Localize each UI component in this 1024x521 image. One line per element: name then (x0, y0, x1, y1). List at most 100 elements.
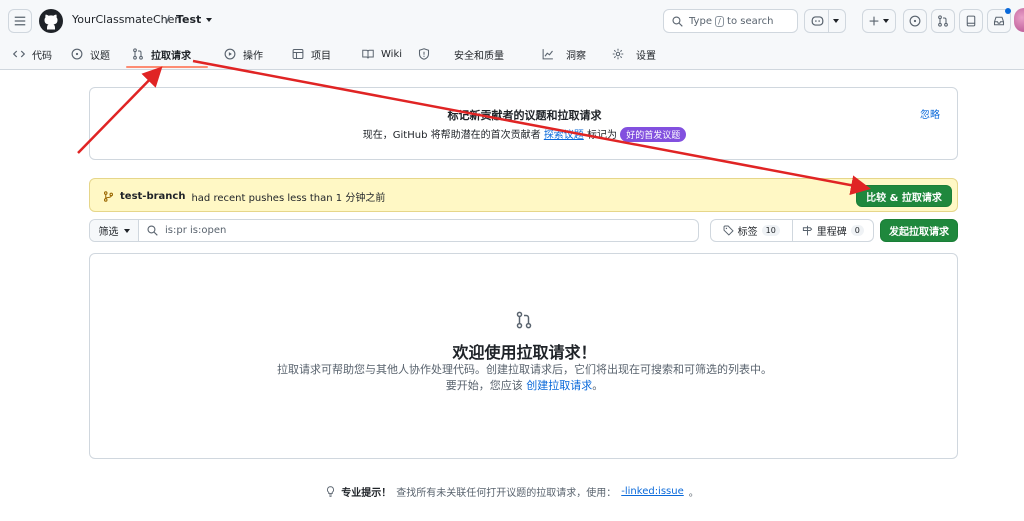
blankslate-end: 。 (592, 379, 604, 392)
search-placeholder: Type / to search (689, 15, 774, 27)
tab-pull-requests[interactable]: 拉取请求 (132, 40, 191, 68)
recent-push-banner: test-branch had recent pushes less than … (89, 178, 958, 212)
callout-text-prefix: 现在，GitHub 将帮助潜在的首次贡献者 (362, 130, 541, 141)
tab-actions[interactable]: 操作 (224, 40, 263, 68)
first-contributor-callout: 标记新贡献者的议题和拉取请求 现在，GitHub 将帮助潜在的首次贡献者 探索议… (89, 87, 958, 160)
milestone-icon (802, 225, 813, 236)
issues-button[interactable] (903, 9, 927, 33)
filters-dropdown-button[interactable]: 筛选 (90, 220, 139, 241)
pr-blankslate: 欢迎使用拉取请求！ 拉取请求可帮助您与其他人协作处理代码。创建拉取请求后，它们将… (89, 253, 958, 459)
global-topbar: YourClassmateChen / Test Type / to searc… (0, 0, 1024, 40)
milestones-button[interactable]: 里程碑 0 (791, 220, 874, 241)
light-bulb-icon (327, 486, 335, 497)
git-pull-request-icon (133, 48, 143, 60)
tab-label: Wiki (381, 48, 403, 60)
copilot-button[interactable] (804, 9, 846, 33)
pro-tip-label: 专业提示！ (341, 488, 392, 499)
repo-icon (966, 15, 976, 27)
callout-text-mid: 标记为 (587, 130, 617, 141)
banner-text: test-branch had recent pushes less than … (103, 189, 385, 204)
chevron-down-icon (206, 17, 213, 22)
branch-name[interactable]: test-branch (120, 191, 185, 202)
search-icon (147, 225, 158, 236)
hamburger-menu-button[interactable] (8, 9, 32, 33)
dismiss-link[interactable]: 忽略 (920, 106, 940, 121)
git-branch-icon (103, 191, 114, 202)
code-icon (13, 50, 25, 58)
search-placeholder-after: to search (727, 15, 774, 27)
book-icon (362, 49, 374, 59)
push-message: had recent pushes less than 1 分钟之前 (191, 193, 386, 204)
search-input[interactable]: Type / to search (663, 9, 798, 33)
callout-description: 现在，GitHub 将帮助潜在的首次贡献者 探索议题 标记为 好的首发议题 (90, 126, 959, 142)
search-icon (672, 15, 683, 27)
copilot-icon (811, 16, 824, 26)
plus-icon (869, 16, 879, 26)
search-placeholder-before: Type (689, 15, 712, 27)
tab-code[interactable]: 代码 (13, 40, 52, 68)
tab-label: 项目 (311, 50, 331, 62)
pro-tip-query-link[interactable]: -linked:issue (621, 486, 684, 497)
blankslate-description: 拉取请求可帮助您与其他人协作处理代码。创建拉取请求后，它们将出现在可搜索和可筛选… (273, 362, 776, 394)
breadcrumb-separator: / (166, 13, 170, 26)
tab-insights[interactable]: 洞察 (542, 40, 586, 68)
avatar[interactable] (1014, 8, 1024, 32)
tab-settings[interactable]: 设置 (612, 40, 656, 68)
github-logo-icon[interactable] (39, 9, 63, 33)
labels-count: 10 (761, 225, 780, 236)
callout-title: 标记新贡献者的议题和拉取请求 (447, 109, 602, 122)
create-new-button[interactable] (862, 9, 896, 33)
filters-label: 筛选 (98, 227, 119, 238)
git-pull-request-icon (938, 15, 948, 27)
inbox-icon (993, 16, 1005, 26)
compare-and-pull-request-button[interactable]: 比较 & 拉取请求 (856, 185, 952, 207)
tab-wiki[interactable]: Wiki (362, 40, 402, 68)
blankslate-title: 欢迎使用拉取请求！ (452, 343, 597, 362)
repo-header: YourClassmateChen / Test Type / to searc… (0, 0, 1024, 70)
table-icon (292, 48, 304, 60)
milestones-label: 里程碑 (816, 227, 847, 238)
play-icon (224, 48, 236, 60)
chevron-down-icon (883, 19, 889, 23)
active-tab-indicator (126, 66, 208, 68)
pr-search-input[interactable]: is:pr is:open (139, 220, 698, 241)
pro-tip-end: 。 (688, 488, 699, 499)
search-shortcut-key: / (715, 15, 724, 27)
repositories-button[interactable] (959, 9, 983, 33)
issue-opened-icon (909, 15, 921, 27)
repo-nav: 代码 议题 拉取请求 操作 项目 Wiki 安全和质量 洞察 设置 (0, 40, 1024, 68)
explore-issues-link[interactable]: 探索议题 (544, 130, 584, 141)
good-first-issue-badge: 好的首发议题 (620, 127, 687, 142)
pr-search-query: is:pr is:open (165, 225, 227, 236)
new-pull-request-button[interactable]: 发起拉取请求 (880, 219, 958, 242)
owner-link[interactable]: YourClassmateChen (72, 13, 181, 26)
blankslate-text: 拉取请求可帮助您与其他人协作处理代码。创建拉取请求后，它们将出现在可搜索和可筛选… (277, 363, 772, 392)
graph-icon (542, 49, 553, 60)
tab-label: 洞察 (566, 50, 586, 62)
pro-tip-text: 查找所有未关联任何打开议题的拉取请求，使用： (396, 488, 617, 499)
three-bars-icon (14, 16, 26, 26)
tab-label: 代码 (32, 50, 52, 62)
tag-icon (723, 225, 734, 236)
shield-icon (418, 48, 430, 60)
pull-requests-button[interactable] (931, 9, 955, 33)
tab-label: 安全和质量 (454, 50, 504, 62)
labels-label: 标签 (737, 227, 758, 238)
labels-milestones-group: 标签 10 里程碑 0 (710, 219, 874, 242)
tab-label: 操作 (243, 50, 263, 62)
tab-label: 设置 (636, 50, 656, 62)
repo-link[interactable]: Test (176, 13, 213, 26)
gear-icon (612, 48, 624, 60)
notification-dot (1005, 8, 1011, 14)
chevron-down-icon (833, 19, 839, 23)
tab-issues[interactable]: 议题 (71, 40, 110, 68)
git-pull-request-icon (516, 311, 532, 329)
tab-projects[interactable]: 项目 (292, 40, 331, 68)
create-pull-request-link[interactable]: 创建拉取请求 (526, 379, 592, 392)
tab-label: 拉取请求 (151, 50, 191, 62)
pro-tip: 专业提示！ 查找所有未关联任何打开议题的拉取请求，使用： -linked:iss… (0, 484, 1024, 499)
labels-button[interactable]: 标签 10 (711, 220, 792, 241)
tab-security[interactable]: 安全和质量 (418, 40, 504, 68)
repo-name: Test (176, 13, 202, 26)
pr-filter-bar: 筛选 is:pr is:open (89, 219, 699, 242)
